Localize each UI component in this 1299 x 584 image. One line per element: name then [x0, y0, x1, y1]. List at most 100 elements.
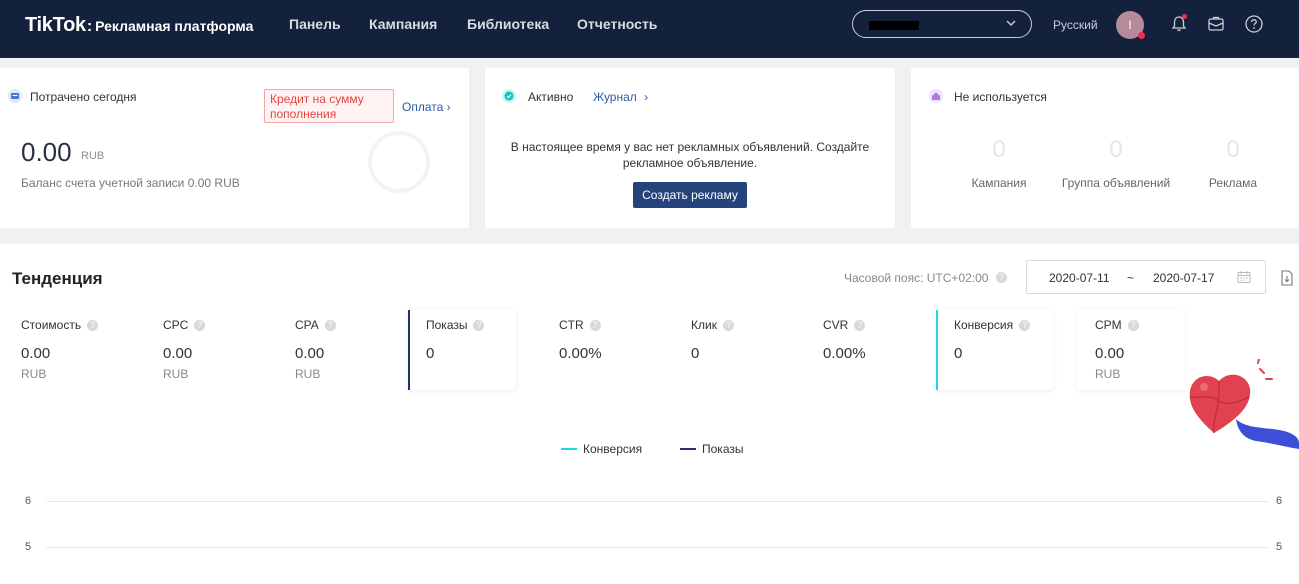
account-balance: Баланс счета учетной записи 0.00 RUB — [21, 176, 240, 190]
chevron-down-icon — [1006, 20, 1016, 26]
help-icon[interactable] — [1244, 14, 1264, 34]
adgroup-label: Группа объявлений — [1061, 176, 1171, 190]
metric-value: 0.00 — [163, 345, 193, 362]
metric-label-text: CVR — [823, 318, 849, 332]
nav-library[interactable]: Библиотека — [467, 16, 549, 32]
y-axis-tick-right: 6 — [1276, 495, 1283, 507]
metric-label: CVR? — [823, 318, 866, 332]
chart-gridline — [46, 547, 1268, 548]
legend-impressions[interactable]: Показы — [680, 442, 743, 456]
metric-cpc[interactable]: CPC? 0.00 RUB — [152, 310, 272, 390]
legend-conversion[interactable]: Конверсия — [561, 442, 642, 456]
timezone-label: Часовой пояс: UTC+02:00 — [844, 271, 989, 285]
spent-value: 0.00 — [21, 137, 72, 167]
redacted-account-name — [869, 21, 919, 30]
legend-swatch — [680, 448, 696, 450]
legend-swatch — [561, 448, 577, 450]
spent-today-card: Потрачено сегодня Кредит на сумму пополн… — [0, 68, 469, 228]
avatar-notification-dot — [1138, 32, 1145, 39]
metric-label-text: CTR — [559, 318, 584, 332]
ad-stat: 0 Реклама — [1174, 136, 1292, 190]
tiktok-ads-logo[interactable]: TikTok : Рекламная платформа — [25, 14, 253, 37]
metric-value: 0.00% — [559, 345, 602, 362]
export-icon[interactable] — [1280, 270, 1294, 286]
metric-value: 0.00 — [1095, 345, 1125, 362]
date-end: 2020-07-17 — [1153, 271, 1215, 285]
chevron-right-icon: › — [446, 100, 451, 114]
no-ads-message: В настоящее время у вас нет рекламных об… — [510, 140, 870, 170]
campaign-count: 0 — [992, 136, 1006, 163]
language-switcher[interactable]: Русский — [1053, 18, 1098, 32]
home-icon — [929, 89, 943, 103]
metric-label: Стоимость? — [21, 318, 99, 332]
metric-cost[interactable]: Стоимость? 0.00 RUB — [10, 310, 140, 390]
metric-cvr[interactable]: CVR? 0.00% — [812, 310, 932, 390]
metric-label: CPM? — [1095, 318, 1139, 332]
help-icon[interactable]: ? — [194, 320, 206, 332]
journal-link[interactable]: Журнал › — [593, 90, 648, 104]
metric-value: 0 — [954, 345, 963, 362]
active-ads-card: Активно Журнал › В настоящее время у вас… — [485, 68, 895, 228]
create-ad-button[interactable]: Создать рекламу — [633, 182, 747, 208]
metric-label-text: Конверсия — [954, 318, 1014, 332]
help-icon[interactable]: ? — [996, 272, 1007, 283]
metric-value: 0.00 — [21, 345, 51, 362]
metric-label-text: CPC — [163, 318, 189, 332]
metric-label-text: Клик — [691, 318, 717, 332]
metric-label: Конверсия? — [954, 318, 1031, 332]
metric-conversion[interactable]: Конверсия? 0 — [936, 310, 1053, 390]
help-icon[interactable]: ? — [854, 320, 866, 332]
adgroup-count: 0 — [1109, 136, 1123, 163]
bell-notification-dot — [1182, 14, 1187, 19]
legend-label: Показы — [702, 442, 744, 456]
metric-cpa[interactable]: CPA? 0.00 RUB — [284, 310, 404, 390]
metric-selected-indicator — [408, 310, 410, 390]
spent-today-title: Потрачено сегодня — [30, 90, 137, 104]
help-icon[interactable]: ? — [473, 320, 485, 332]
metric-label-text: Показы — [426, 318, 468, 332]
help-icon[interactable]: ? — [87, 320, 99, 332]
metric-label: CPA? — [295, 318, 336, 332]
payment-link-label: Оплата — [402, 100, 444, 114]
help-icon[interactable]: ? — [1127, 320, 1139, 332]
chart-gridline — [46, 501, 1268, 502]
avatar[interactable]: I — [1116, 11, 1145, 39]
payment-link[interactable]: Оплата › — [402, 100, 451, 114]
chevron-right-icon: › — [644, 90, 649, 104]
ad-count: 0 — [1226, 136, 1240, 163]
date-separator: ~ — [1127, 271, 1135, 285]
account-selector[interactable] — [852, 10, 1032, 38]
nav-campaign[interactable]: Кампания — [369, 16, 437, 32]
metric-ctr[interactable]: CTR? 0.00% — [548, 310, 668, 390]
y-axis-tick-left: 6 — [25, 495, 32, 507]
briefcase-icon[interactable] — [1206, 14, 1226, 34]
metric-unit: RUB — [295, 367, 321, 381]
metric-value: 0 — [691, 345, 700, 362]
metric-impressions[interactable]: Показы? 0 — [408, 310, 516, 390]
bell-icon[interactable] — [1169, 14, 1189, 34]
check-circle-icon — [502, 89, 516, 103]
metric-label: Клик? — [691, 318, 734, 332]
adgroup-stat: 0 Группа объявлений — [1057, 136, 1175, 190]
metric-clicks[interactable]: Клик? 0 — [680, 310, 800, 390]
metric-label: CTR? — [559, 318, 601, 332]
metric-value: 0 — [426, 345, 435, 362]
metric-unit: RUB — [163, 367, 189, 381]
heart-puzzle-illustration[interactable] — [1186, 359, 1299, 449]
help-icon[interactable]: ? — [722, 320, 734, 332]
metric-label-text: CPA — [295, 318, 319, 332]
metric-selected-indicator — [936, 310, 938, 390]
nav-dashboard[interactable]: Панель — [289, 16, 341, 32]
help-icon[interactable]: ? — [324, 320, 336, 332]
avatar-initial: I — [1128, 18, 1132, 32]
metric-cpm[interactable]: CPM? 0.00 RUB — [1077, 310, 1185, 390]
credit-badge[interactable]: Кредит на сумму пополнения — [264, 89, 394, 123]
date-range-picker[interactable]: 2020-07-11 ~ 2020-07-17 — [1026, 260, 1266, 294]
date-start: 2020-07-11 — [1049, 271, 1110, 285]
wallet-icon — [8, 89, 22, 103]
help-icon[interactable]: ? — [589, 320, 601, 332]
unused-card: Не используется 0 Кампания 0 Группа объя… — [911, 68, 1299, 228]
y-axis-tick-left: 5 — [25, 541, 32, 553]
help-icon[interactable]: ? — [1019, 320, 1031, 332]
nav-reporting[interactable]: Отчетность — [577, 16, 657, 32]
